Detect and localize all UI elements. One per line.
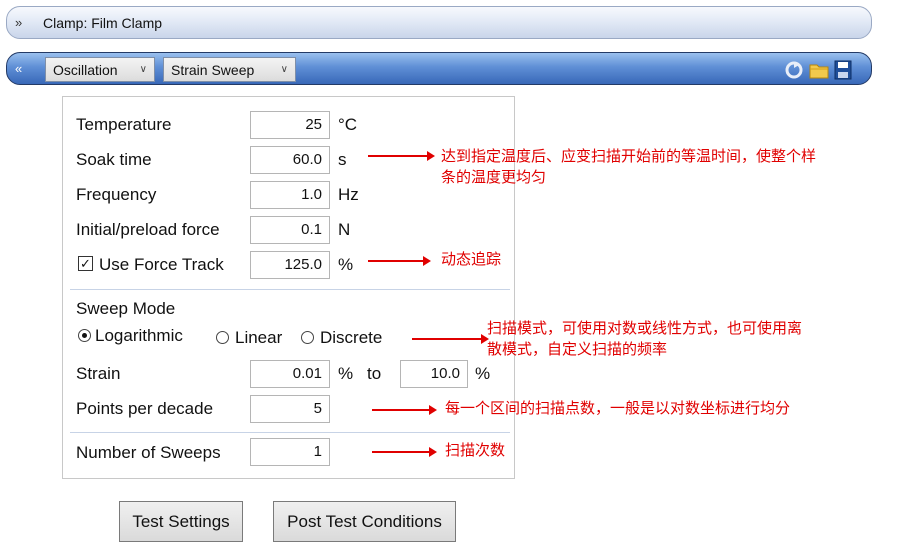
annotation-line: 散模式，自定义扫描的频率 <box>487 340 668 358</box>
soak-time-unit: s <box>338 150 347 169</box>
temperature-unit: °C <box>338 115 358 134</box>
force-track-unit: % <box>338 255 354 274</box>
linear-label[interactable]: Linear <box>235 328 282 348</box>
annotation-arrow <box>372 405 437 415</box>
sweep-mode-label: Sweep Mode <box>76 299 176 318</box>
sweep-mode-annotation: 扫描模式，可使用对数或线性方式，也可使用离 散模式，自定义扫描的频率 <box>487 318 882 360</box>
mode-dropdown[interactable]: Oscillation ∨ <box>45 57 155 82</box>
clamp-header-bar[interactable]: » Clamp: Film Clamp <box>6 6 872 39</box>
annotation-line: 扫描模式，可使用对数或线性方式，也可使用离 <box>487 319 803 337</box>
discrete-label[interactable]: Discrete <box>320 328 382 348</box>
preload-force-label: Initial/preload force <box>76 220 220 239</box>
frequency-unit: Hz <box>338 185 359 204</box>
test-header-bar: « Oscillation ∨ Strain Sweep ∨ <box>6 52 872 85</box>
post-test-conditions-button[interactable]: Post Test Conditions <box>273 501 456 542</box>
logarithmic-label[interactable]: Logarithmic <box>95 326 183 346</box>
expand-chevron-icon[interactable]: » <box>15 7 22 38</box>
preload-force-field[interactable]: 0.1 <box>250 216 330 244</box>
annotation-line: 条的温度更均匀 <box>441 168 547 186</box>
toolbar-icons <box>783 57 853 82</box>
annotation-arrow <box>412 334 489 344</box>
strain-to-field[interactable]: 10.0 <box>400 360 468 388</box>
mode-dropdown-value: Oscillation <box>53 61 118 78</box>
preload-force-unit: N <box>338 220 351 239</box>
points-per-decade-field[interactable]: 5 <box>250 395 330 423</box>
logarithmic-radio[interactable] <box>78 329 91 342</box>
points-per-decade-annotation: 每一个区间的扫描点数，一般是以对数坐标进行均分 <box>445 399 791 417</box>
chevron-down-icon: ∨ <box>280 64 288 75</box>
force-track-checkbox[interactable]: ✓ <box>78 256 93 271</box>
chevron-down-icon: ∨ <box>139 64 147 75</box>
soak-time-field[interactable]: 60.0 <box>250 146 330 174</box>
strain-to-label: to <box>367 364 382 383</box>
test-type-dropdown-value: Strain Sweep <box>171 61 255 78</box>
collapse-chevron-icon[interactable]: « <box>15 53 22 84</box>
points-per-decade-label: Points per decade <box>76 399 214 418</box>
strain-to-unit: % <box>475 364 491 383</box>
annotation-arrow <box>368 256 431 266</box>
number-of-sweeps-label: Number of Sweeps <box>76 443 221 462</box>
soak-time-label: Soak time <box>76 150 152 169</box>
soak-time-annotation: 达到指定温度后、应变扫描开始前的等温时间，使整个样 条的温度更均匀 <box>441 146 896 188</box>
strain-from-unit: % <box>338 364 354 383</box>
annotation-arrow <box>368 151 435 161</box>
section-divider <box>70 289 510 290</box>
refresh-icon[interactable] <box>783 60 805 80</box>
linear-radio[interactable] <box>216 331 229 344</box>
test-settings-button[interactable]: Test Settings <box>119 501 243 542</box>
force-track-label: Use Force Track <box>99 255 224 274</box>
frequency-field[interactable]: 1.0 <box>250 181 330 209</box>
discrete-radio[interactable] <box>301 331 314 344</box>
annotation-line: 达到指定温度后、应变扫描开始前的等温时间，使整个样 <box>441 147 817 165</box>
strain-from-field[interactable]: 0.01 <box>250 360 330 388</box>
annotation-arrow <box>372 447 437 457</box>
clamp-title: Clamp: Film Clamp <box>43 14 163 31</box>
frequency-label: Frequency <box>76 185 157 204</box>
temperature-field[interactable]: 25 <box>250 111 330 139</box>
number-of-sweeps-annotation: 扫描次数 <box>445 441 506 459</box>
number-of-sweeps-field[interactable]: 1 <box>250 438 330 466</box>
test-type-dropdown[interactable]: Strain Sweep ∨ <box>163 57 296 82</box>
save-icon[interactable] <box>833 59 853 81</box>
temperature-label: Temperature <box>76 115 172 134</box>
force-track-field[interactable]: 125.0 <box>250 251 330 279</box>
section-divider <box>70 432 510 433</box>
strain-label: Strain <box>76 364 121 383</box>
folder-icon[interactable] <box>808 60 830 80</box>
force-track-annotation: 动态追踪 <box>441 250 502 268</box>
